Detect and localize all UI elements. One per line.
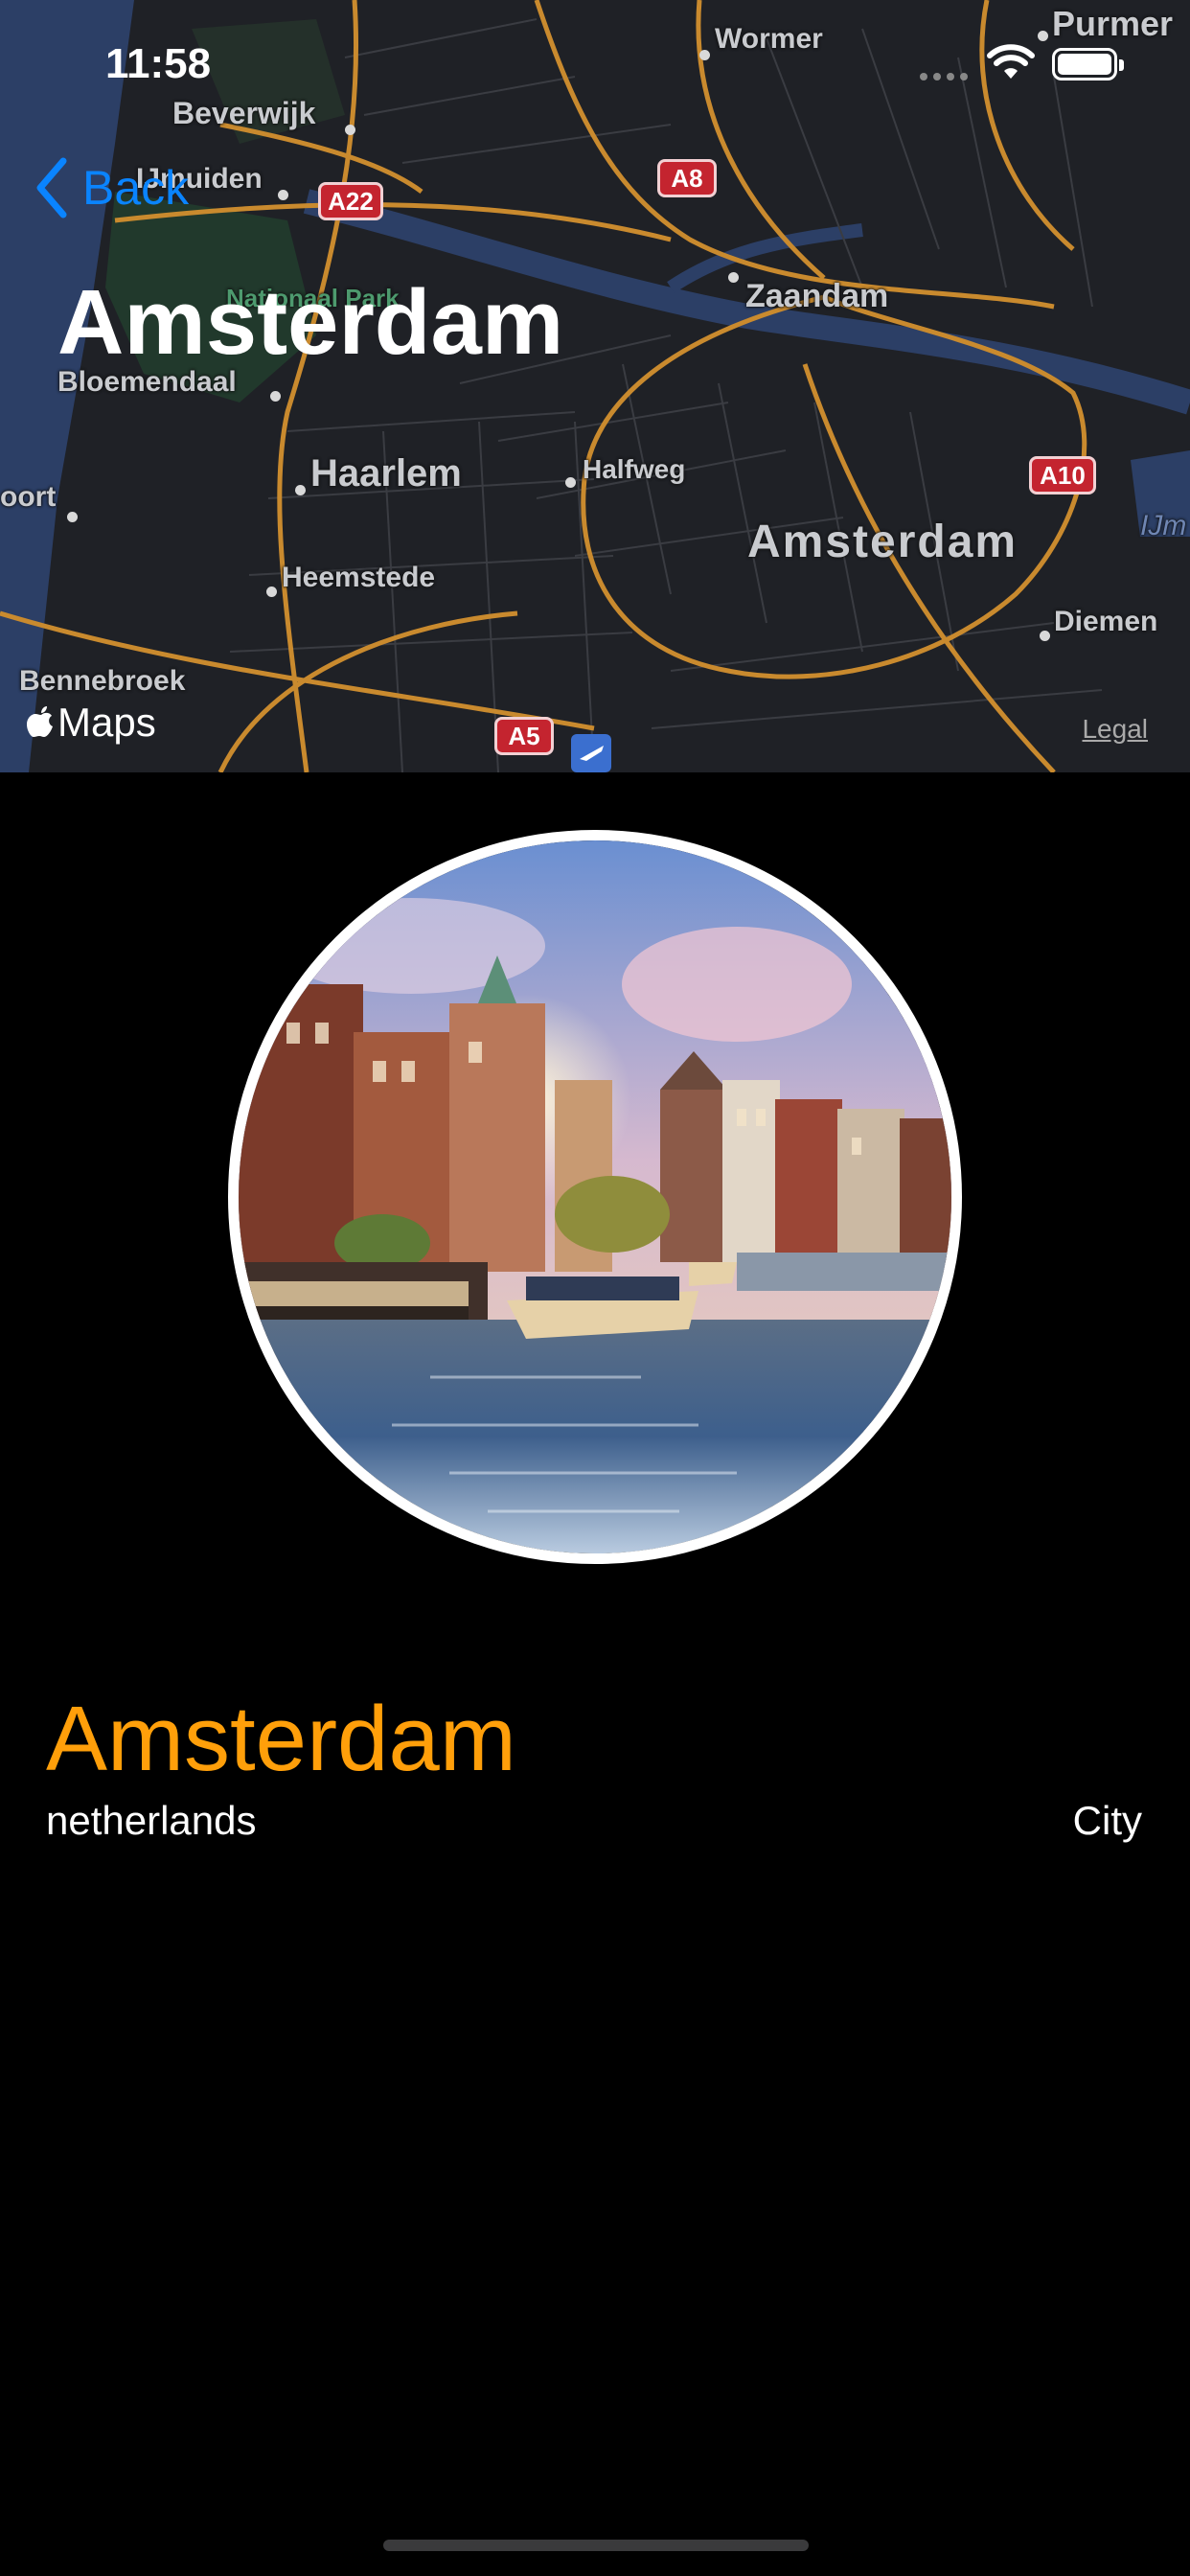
back-button-label: Back [82,161,190,215]
map-dot [565,477,576,488]
map-label-beverwijk: Beverwijk [172,96,316,130]
back-button[interactable]: Back [33,153,189,222]
map-label-zaandam: Zaandam [745,278,889,314]
chevron-left-icon [36,157,67,218]
map-label-haarlem: Haarlem [310,452,462,494]
road-shield-a10: A10 [1029,456,1096,494]
map-dot [699,50,710,60]
city-photo [228,830,962,1564]
place-name: Amsterdam [46,1688,516,1790]
map-dot [728,272,739,283]
page-title: Amsterdam [57,271,564,374]
place-type: City [1072,1798,1142,1843]
map-label-purmer: Purmer [1052,4,1174,43]
map-label-wormer: Wormer [715,23,823,55]
map-dot [1038,31,1048,41]
map-label-heemstede: Heemstede [282,562,436,593]
road-shield-a22: A22 [318,182,383,220]
place-country: netherlands [46,1798,257,1843]
map-view[interactable]: Purmer Wormer Beverwijk IJmuiden Nationa… [0,0,1190,772]
road-shield-a8: A8 [657,159,717,197]
map-dot [266,586,277,597]
map-label-halfweg: Halfweg [583,454,686,484]
map-label-oort: oort [0,481,57,513]
status-time: 11:58 [105,40,212,87]
map-dot [67,512,78,522]
map-dot [345,125,355,135]
map-label-amsterdam: Amsterdam [747,517,1018,567]
legal-link[interactable]: Legal [1082,714,1148,745]
map-dot [278,190,288,200]
signal-icon [920,73,968,80]
map-label-ijm: IJm [1140,510,1187,541]
map-dot [295,485,306,495]
apple-icon [27,706,53,737]
map-dot [1040,631,1050,641]
maps-attribution: Maps [57,700,156,745]
map-label-bennebroek: Bennebroek [19,665,186,697]
road-shield-a5: A5 [494,717,554,755]
home-indicator[interactable] [383,2540,809,2551]
apple-maps-logo: Maps [27,700,156,746]
city-photo-image [239,840,951,1553]
battery-icon [1052,48,1124,80]
map-dot [270,391,281,402]
wifi-icon [987,44,1035,79]
map-label-diemen: Diemen [1054,606,1158,637]
